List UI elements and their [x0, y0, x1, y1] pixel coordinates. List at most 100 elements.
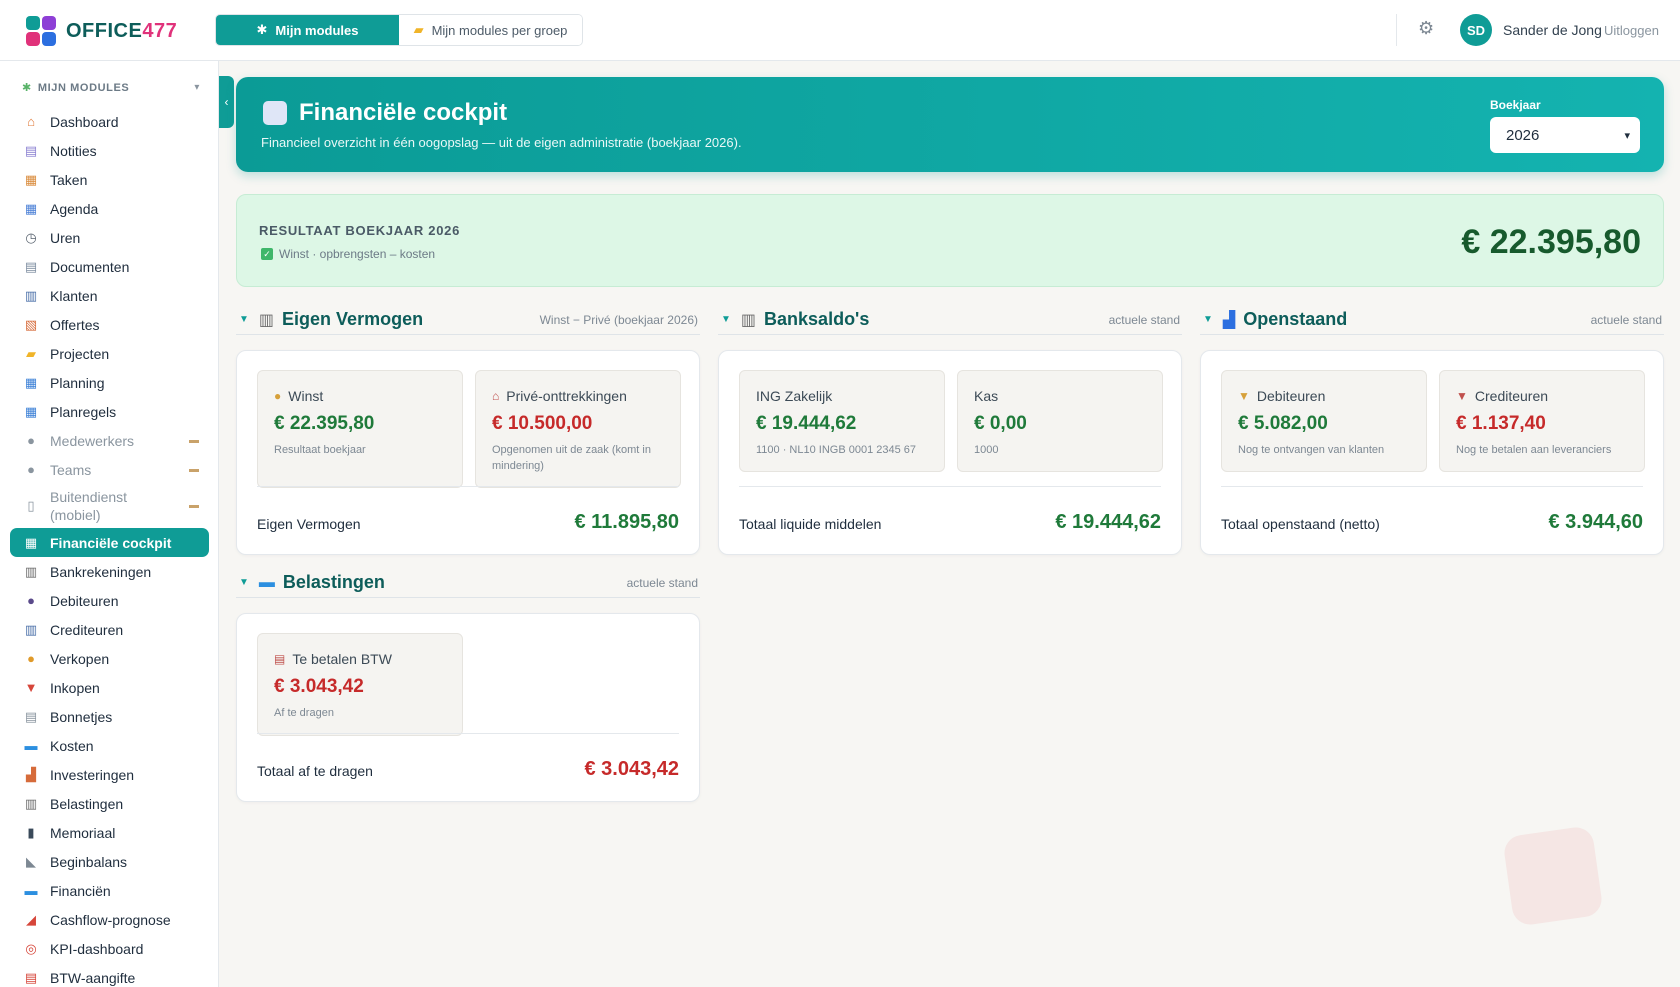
sidebar-item-belastingen[interactable]: ▥ Belastingen — [10, 789, 209, 818]
sidebar-item-bankrekeningen[interactable]: ▥ Bankrekeningen — [10, 557, 209, 586]
section-note: Winst − Privé (boekjaar 2026) — [539, 312, 698, 327]
tile-value: € 1.137,40 — [1456, 413, 1546, 434]
stat-tile-te-betalen-btw[interactable]: ▤ Te betalen BTW € 3.043,42 Af te dragen — [257, 633, 463, 736]
tab-my-modules-per-group[interactable]: ▰ Mijn modules per groep — [399, 15, 582, 45]
receipt-icon: ▤ — [24, 708, 38, 724]
chevron-down-icon[interactable]: ▼ — [239, 314, 249, 325]
bar-chart-icon: ▟ — [1222, 311, 1236, 329]
sidebar-item-taken[interactable]: ▦ Taken — [10, 165, 209, 194]
notes-icon: ▤ — [24, 142, 38, 158]
total-label: Totaal liquide middelen — [739, 516, 882, 532]
stat-tile-crediteuren[interactable]: ▼ Crediteuren € 1.137,40 Nog te betalen aan… — [1439, 370, 1645, 472]
top-bar: OFFICE477 ✱ Mijn modules ▰ Mijn modules … — [0, 0, 1680, 61]
sidebar-item-financi-le-cockpit[interactable]: ▦ Financiële cockpit — [10, 528, 209, 557]
tile-value: € 10.500,00 — [492, 413, 593, 434]
sidebar-item-agenda[interactable]: ▦ Agenda — [10, 194, 209, 223]
sidebar-item-crediteuren[interactable]: ▥ Crediteuren — [10, 615, 209, 644]
sidebar-item-investeringen[interactable]: ▟ Investeringen — [10, 760, 209, 789]
sidebar-item-buitendienst-mobiel[interactable]: ▯ Buitendienst (mobiel) ▬ — [10, 484, 209, 528]
locked-badge-icon: ▬ — [189, 464, 199, 475]
sidebar-item-verkopen[interactable]: ● Verkopen — [10, 644, 209, 673]
sidebar-item-dashboard[interactable]: ⌂ Dashboard — [10, 107, 209, 136]
divider — [257, 733, 679, 734]
logout-link[interactable]: Uitloggen — [1604, 23, 1659, 38]
chevron-down-icon[interactable]: ▼ — [239, 577, 249, 588]
module-tabs: ✱ Mijn modules ▰ Mijn modules per groep — [215, 14, 583, 46]
banknote-icon: ▬ — [258, 573, 275, 591]
stat-tile-priv-onttrekkingen[interactable]: ⌂ Privé-onttrekkingen € 10.500,00 Opgenomen… — [475, 370, 681, 488]
page-title-text: Financiële cockpit — [299, 99, 508, 126]
result-value: € 22.395,80 — [1461, 223, 1641, 261]
stat-tile-winst[interactable]: ● Winst € 22.395,80 Resultaat boekjaar — [257, 370, 463, 488]
stat-tile-kas[interactable]: Kas € 0,00 1000 — [957, 370, 1163, 472]
tile-icon: ⌂ — [492, 389, 500, 403]
sidebar-item-kpi-dashboard[interactable]: ◎ KPI-dashboard — [10, 934, 209, 963]
sidebar-item-label: Cashflow-prognose — [50, 911, 171, 928]
sidebar-item-beginbalans[interactable]: ◣ Beginbalans — [10, 847, 209, 876]
tab-my-modules[interactable]: ✱ Mijn modules — [216, 15, 399, 45]
investment-icon: ▟ — [26, 766, 36, 782]
sidebar-item-memoriaal[interactable]: ▮ Memoriaal — [10, 818, 209, 847]
section-openstaand-header[interactable]: ▼ ▟ Openstaand actuele stand — [1200, 305, 1664, 335]
tab-label: Mijn modules — [275, 22, 359, 38]
chevron-down-icon[interactable]: ▼ — [721, 314, 731, 325]
sidebar-item-label: Memoriaal — [50, 824, 116, 841]
sidebar-item-projecten[interactable]: ▰ Projecten — [10, 339, 209, 368]
chevron-down-icon[interactable]: ▾ — [194, 82, 200, 93]
sidebar-item-label: Beginbalans — [50, 853, 128, 870]
tile-icon: ▤ — [274, 652, 286, 666]
brand-logo[interactable]: OFFICE477 — [26, 16, 177, 46]
sidebar-collapse-toggle[interactable]: ‹ — [219, 76, 234, 128]
total-value: € 11.895,80 — [574, 511, 679, 533]
cockpit-icon — [263, 101, 287, 125]
sidebar-item-kosten[interactable]: ▬ Kosten — [10, 731, 209, 760]
bank-icon: ▥ — [24, 795, 38, 811]
sidebar-heading[interactable]: ✱ MIJN MODULES ▾ — [22, 81, 200, 95]
brand-name: OFFICE477 — [66, 19, 178, 42]
sidebar-item-medewerkers[interactable]: ● Medewerkers ▬ — [10, 426, 209, 455]
sidebar-item-label: Medewerkers — [50, 432, 135, 449]
stat-tile-debiteuren[interactable]: ▼ Debiteuren € 5.082,00 Nog te ontvangen va… — [1221, 370, 1427, 472]
home-icon: ⌂ — [27, 114, 35, 129]
sidebar-item-planning[interactable]: ▦ Planning — [10, 368, 209, 397]
building-icon: ▥ — [24, 621, 38, 637]
sidebar-item-offertes[interactable]: ▧ Offertes — [10, 310, 209, 339]
gear-icon[interactable]: ⚙ — [1418, 18, 1434, 39]
section-note: actuele stand — [1590, 312, 1662, 327]
sidebar-item-cashflow-prognose[interactable]: ◢ Cashflow-prognose — [10, 905, 209, 934]
users-icon: ● — [27, 593, 35, 608]
sidebar-item-klanten[interactable]: ▥ Klanten — [10, 281, 209, 310]
tile-title: ● Winst — [274, 388, 324, 404]
sidebar-item-inkopen[interactable]: ▼ Inkopen — [10, 673, 209, 702]
fiscal-year-select[interactable]: 2026 ▾ — [1490, 117, 1640, 153]
sidebar-item-financi-n[interactable]: ▬ Financiën — [10, 876, 209, 905]
clipboard-icon: ▦ — [24, 171, 38, 187]
sidebar-item-teams[interactable]: ● Teams ▬ — [10, 455, 209, 484]
mobile-icon: ▯ — [27, 498, 35, 513]
section-eigen-vermogen-header[interactable]: ▼ ▥ Eigen Vermogen Winst − Privé (boekja… — [236, 305, 700, 335]
panel-banksaldos: ING Zakelijk € 19.444,62 1100 · NL10 INGB … — [718, 350, 1182, 555]
total-label: Totaal af te dragen — [257, 763, 373, 779]
stat-tile-ing-zakelijk[interactable]: ING Zakelijk € 19.444,62 1100 · NL10 INGB … — [739, 370, 945, 472]
sidebar-item-debiteuren[interactable]: ● Debiteuren — [10, 586, 209, 615]
tile-value: € 3.043,42 — [274, 676, 364, 697]
sidebar-item-btw-aangifte[interactable]: ▤ BTW-aangifte — [10, 963, 209, 987]
section-banksaldos-header[interactable]: ▼ ▥ Banksaldo's actuele stand — [718, 305, 1182, 335]
tile-subtitle: Af te dragen — [274, 707, 334, 719]
sidebar-item-documenten[interactable]: ▤ Documenten — [10, 252, 209, 281]
sidebar-item-bonnetjes[interactable]: ▤ Bonnetjes — [10, 702, 209, 731]
page-title: Financiële cockpit — [263, 99, 507, 127]
result-subtitle-text: Winst · opbrengsten – kosten — [279, 247, 436, 261]
avatar[interactable]: SD — [1460, 14, 1492, 46]
target-icon: ◎ — [25, 940, 37, 956]
tile-title: ING Zakelijk — [756, 388, 833, 404]
sidebar-item-planregels[interactable]: ▦ Planregels — [10, 397, 209, 426]
sidebar-item-notities[interactable]: ▤ Notities — [10, 136, 209, 165]
section-belastingen-header[interactable]: ▼ ▬ Belastingen actuele stand — [236, 568, 700, 598]
section-note: actuele stand — [1108, 312, 1180, 327]
user-icon: ● — [27, 433, 35, 448]
tile-subtitle: Nog te betalen aan leveranciers — [1456, 444, 1612, 456]
bank-icon: ▥ — [258, 311, 275, 329]
chevron-down-icon[interactable]: ▼ — [1203, 314, 1213, 325]
sidebar-item-uren[interactable]: ◷ Uren — [10, 223, 209, 252]
